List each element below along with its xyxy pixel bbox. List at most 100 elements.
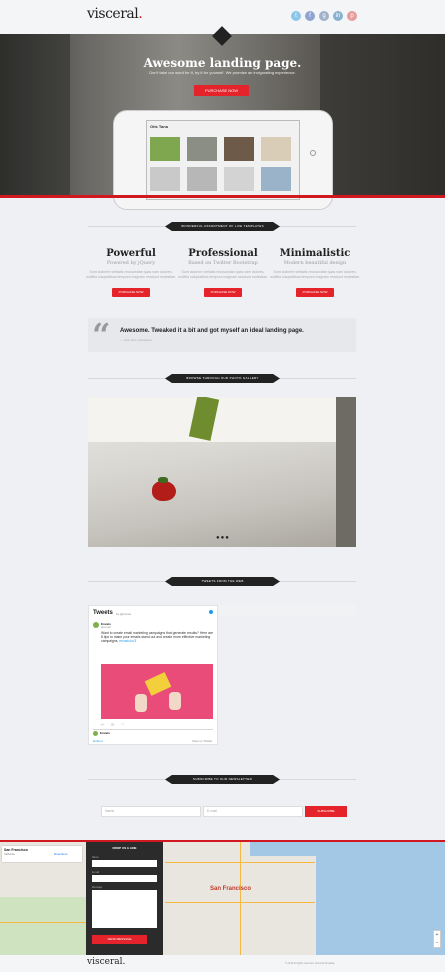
contact-email-label: E-mail <box>92 871 100 874</box>
gallery-pager-dots[interactable]: ●●● <box>216 535 230 541</box>
hero-title: Awesome landing page. <box>143 56 302 70</box>
map-directions-link[interactable]: Directions <box>54 852 67 856</box>
feature-purchase-button[interactable]: PURCHASE NOW <box>112 288 150 297</box>
features-banner: WONDERFUL ASSORTMENT OF LIVE TEMPLATES <box>165 222 280 231</box>
screen-thumb <box>187 167 217 191</box>
contact-title: DROP US A LINE <box>112 846 137 850</box>
avatar[interactable] <box>93 731 98 736</box>
hero-divider <box>0 195 445 198</box>
tweet-image-hand <box>135 694 147 712</box>
testimonial-box <box>88 318 356 352</box>
zoom-in-button[interactable]: + <box>434 931 440 939</box>
like-icon[interactable]: ♡ <box>121 722 125 727</box>
screen-thumb <box>261 137 291 161</box>
tweet-image-hand <box>169 692 181 710</box>
screen-thumb <box>150 167 180 191</box>
footer-copyright: © 2014 All rights reserved. Visceral Tem… <box>285 962 335 965</box>
view-on-twitter-link[interactable]: View on Twitter <box>192 739 212 743</box>
subscribe-button[interactable]: SUBSCRIBE <box>305 806 347 817</box>
twitter-icon[interactable]: t <box>291 11 301 21</box>
tweet-image[interactable] <box>101 664 213 719</box>
pinterest-icon[interactable]: p <box>347 11 357 21</box>
contact-form: DROP US A LINE Name E-mail Message SEND … <box>86 842 163 955</box>
google-plus-icon[interactable]: g <box>319 11 329 21</box>
tweets-title: Tweets <box>93 610 113 616</box>
screen-thumb <box>150 137 180 161</box>
feature-title: Professional <box>188 248 258 259</box>
contact-name-label: Name <box>92 856 99 859</box>
contact-email-input[interactable] <box>92 875 157 882</box>
feature-text: Sunt dolorem veritatis recusandae quas n… <box>178 270 268 279</box>
contact-message-label: Message <box>92 886 103 889</box>
quote-icon: “ <box>92 316 111 354</box>
feature-purchase-button[interactable]: PURCHASE NOW <box>204 288 242 297</box>
zoom-out-button[interactable]: − <box>434 939 440 947</box>
screen-thumb <box>187 137 217 161</box>
avatar[interactable] <box>93 622 99 628</box>
feature-professional: Professional Based on Twitter Bootstrap … <box>178 248 268 298</box>
map-road <box>0 922 86 923</box>
screen-thumb <box>261 167 291 191</box>
tweet-text: Want to create email marketing campaigns… <box>101 631 213 644</box>
linkedin-icon[interactable]: in <box>333 11 343 21</box>
screen-thumb <box>224 167 254 191</box>
strawberry-image <box>152 481 176 501</box>
feature-text: Sunt dolorem veritatis recusandae quas n… <box>86 270 176 279</box>
contact-message-input[interactable] <box>92 890 157 928</box>
tweet-link[interactable]: envato.to/3 <box>119 639 136 643</box>
testimonial-cite: — John Doe, Developer <box>120 338 153 342</box>
newsletter-name-input[interactable]: Name <box>101 806 201 817</box>
retweet-icon[interactable]: ⟳ <box>111 722 114 727</box>
hero-purchase-button[interactable]: PURCHASE NOW <box>194 85 249 96</box>
newsletter-email-input[interactable]: E-mail <box>203 806 303 817</box>
strawberry-leaf <box>158 477 168 483</box>
feature-subtitle: Based on Twitter Bootstrap <box>188 260 258 266</box>
tweet-body: Want to create email marketing campaigns… <box>101 631 214 644</box>
reply-icon[interactable]: ↩ <box>101 722 104 727</box>
phone-home-button <box>310 150 316 156</box>
send-message-button[interactable]: SEND MESSAGE <box>92 935 147 944</box>
map-city-label: San Francisco <box>210 886 252 892</box>
footer-logo[interactable]: visceral. <box>87 957 125 967</box>
tweet-divider <box>93 729 213 730</box>
gallery-pillow <box>88 397 356 442</box>
tweets-header-strip <box>218 605 356 616</box>
twitter-bird-icon <box>209 610 213 614</box>
hero-subtitle: Don't take our word for it, try it for y… <box>149 70 296 75</box>
map-zoom-controls: + − <box>433 930 441 948</box>
map-place-sub: California <box>4 853 15 856</box>
testimonial-quote: Awesome. Tweaked it a bit and got myself… <box>120 328 304 334</box>
photo-gallery-slide[interactable] <box>88 397 356 547</box>
map-park-area <box>0 897 86 955</box>
feature-title: Minimalistic <box>279 248 351 259</box>
facebook-icon[interactable]: f <box>305 11 315 21</box>
envelope-icon <box>144 672 172 696</box>
map-place-name: San Francisco <box>4 848 28 852</box>
site-footer <box>0 955 445 972</box>
feature-purchase-button[interactable]: PURCHASE NOW <box>296 288 334 297</box>
logo-text: visceral <box>87 6 139 22</box>
feature-subtitle: Powered by jQuery <box>106 260 156 266</box>
screen-app-title: Otis Tana <box>150 124 168 129</box>
feature-subtitle: Modern beautiful design <box>283 260 347 266</box>
feature-minimalistic: Minimalistic Modern beautiful design Sun… <box>270 248 360 298</box>
screen-thumb <box>224 137 254 161</box>
gallery-edge-shadow <box>336 397 356 547</box>
map-bay-water <box>316 842 445 955</box>
tweets-banner: TWEETS FROM THE WEB <box>165 577 280 586</box>
contact-name-input[interactable] <box>92 860 157 867</box>
feature-title: Powerful <box>106 248 156 259</box>
logo-dot: . <box>138 6 143 22</box>
phone-screen: Otis Tana <box>146 120 300 200</box>
tweet-handle[interactable]: @envato <box>101 626 111 629</box>
map-bay-water <box>250 842 330 856</box>
feature-powerful: Powerful Powered by jQuery Sunt dolorem … <box>86 248 176 298</box>
site-logo[interactable]: visceral. <box>87 6 143 22</box>
feature-text: Sunt dolorem veritatis recusandae quas n… <box>270 270 360 279</box>
next-tweet-user[interactable]: Envato <box>100 731 110 735</box>
newsletter-banner: SUBSCRIBE TO OUR NEWSLETTER <box>165 775 280 784</box>
map-road <box>240 842 241 955</box>
embed-link[interactable]: Embed <box>93 739 103 743</box>
tweets-by[interactable]: by @ozone <box>116 612 131 616</box>
gallery-banner: BROWSE THROUGH OUR PHOTO GALLERY <box>165 374 280 383</box>
